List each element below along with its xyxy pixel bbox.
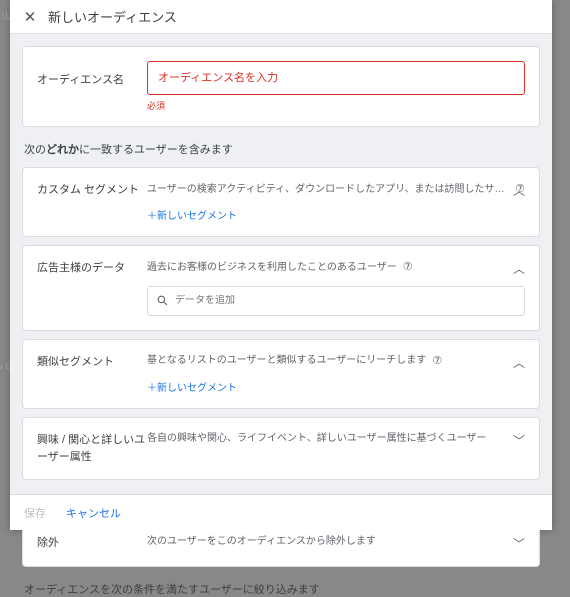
narrow-section-title: オーディエンスを次の条件を満たすユーザーに絞り込みます xyxy=(24,581,540,597)
chevron-up-icon[interactable]: ︿ xyxy=(513,182,525,199)
panel-label: 除外 xyxy=(37,535,147,552)
data-search-input[interactable] xyxy=(175,295,516,306)
modal-title: 新しいオーディエンス xyxy=(48,7,177,26)
add-segment-link[interactable]: ＋新しいセグメント xyxy=(147,207,525,222)
audience-name-input[interactable] xyxy=(147,61,525,95)
help-icon[interactable]: ⑦ xyxy=(432,354,442,369)
search-icon xyxy=(156,294,169,307)
include-section-title: 次のどれかに一致するユーザーを含みます xyxy=(24,141,540,157)
modal-header: ✕ 新しいオーディエンス xyxy=(10,0,552,34)
advertiser-data-panel: 広告主様のデータ 過去にお客様のビジネスを利用したことのあるユーザー ⑦ ︿ xyxy=(22,245,540,330)
panel-desc: 過去にお客様のビジネスを利用したことのあるユーザー xyxy=(147,261,397,275)
close-icon[interactable]: ✕ xyxy=(18,8,42,26)
panel-label: 広告主様のデータ xyxy=(37,260,147,277)
audience-name-card: オーディエンス名 必須 xyxy=(22,46,540,127)
chevron-down-icon[interactable]: ﹀ xyxy=(513,432,525,449)
help-icon[interactable]: ⑦ xyxy=(403,260,413,275)
panel-label: カスタム セグメント xyxy=(37,182,147,199)
custom-segments-panel: カスタム セグメント ユーザーの検索アクティビティ、ダウンロードしたアプリ、また… xyxy=(22,167,540,237)
audience-modal: ✕ 新しいオーディエンス オーディエンス名 必須 次のどれかに一致するユーザーを… xyxy=(10,0,552,530)
panel-desc: 基となるリストのユーザーと類似するユーザーにリーチします xyxy=(147,354,426,368)
chevron-down-icon[interactable]: ﹀ xyxy=(513,535,525,552)
panel-desc: 次のユーザーをこのオーディエンスから除外します xyxy=(147,535,376,549)
audience-name-label: オーディエンス名 xyxy=(37,61,147,87)
panel-label: 類似セグメント xyxy=(37,354,147,371)
chevron-up-icon[interactable]: ︿ xyxy=(513,354,525,371)
modal-footer: 保存 キャンセル xyxy=(10,494,552,530)
add-segment-link[interactable]: ＋新しいセグメント xyxy=(147,379,525,394)
interests-demographics-panel: 興味 / 関心と詳しいユーザー属性 各自の興味や関心、ライフイベント、詳しいユー… xyxy=(22,417,540,480)
required-text: 必須 xyxy=(147,99,525,112)
similar-segments-panel: 類似セグメント 基となるリストのユーザーと類似するユーザーにリーチします ⑦ ＋… xyxy=(22,339,540,409)
chevron-up-icon[interactable]: ︿ xyxy=(513,260,525,277)
panel-desc: 各自の興味や関心、ライフイベント、詳しいユーザー属性に基づくユーザー xyxy=(147,432,486,446)
panel-desc: ユーザーの検索アクティビティ、ダウンロードしたアプリ、または訪問したサ… xyxy=(147,183,509,197)
data-search-box[interactable] xyxy=(147,286,525,316)
panel-label: 興味 / 関心と詳しいユーザー属性 xyxy=(37,432,147,465)
save-button: 保存 xyxy=(24,505,46,521)
cancel-button[interactable]: キャンセル xyxy=(66,505,121,521)
